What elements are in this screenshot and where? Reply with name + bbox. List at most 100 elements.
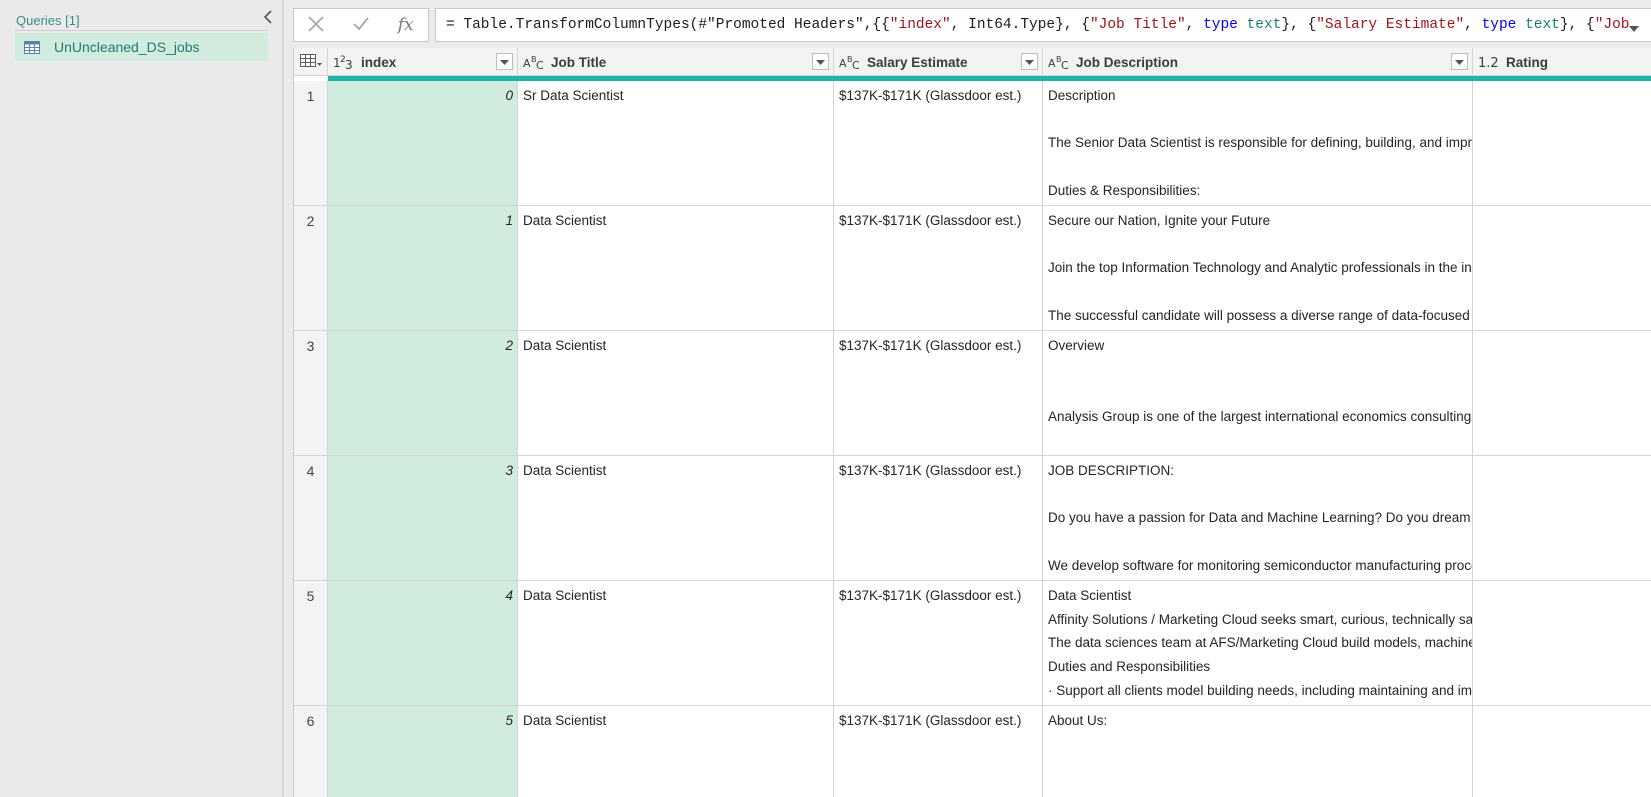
check-icon	[352, 16, 370, 35]
cell-job-description: About Us:	[1043, 706, 1473, 797]
formula-token: "Job	[1594, 17, 1630, 33]
svg-text:A: A	[1048, 57, 1056, 70]
column-filter-button[interactable]	[1451, 53, 1468, 70]
column-header-row: 1 2 3 index A B C Job Title A B C Salary…	[294, 48, 1651, 76]
job-description-line: The successful candidate will possess a …	[1048, 307, 1473, 323]
query-item-ununcleaned-ds-jobs[interactable]: UnUncleaned_DS_jobs	[15, 33, 268, 61]
svg-text:A: A	[523, 57, 531, 70]
text-type-icon[interactable]: A B C	[523, 54, 545, 70]
cell-job-title: Data Scientist	[518, 581, 834, 705]
cell-job-description: Description The Senior Data Scientist is …	[1043, 81, 1473, 205]
formula-token: }, {	[1281, 17, 1317, 33]
table-row[interactable]: 6 5 Data Scientist $137K-$171K (Glassdoor e…	[294, 706, 1651, 797]
text-type-icon[interactable]: A B C	[839, 54, 861, 70]
cell-job-title: Sr Data Scientist	[518, 81, 834, 205]
pane-splitter[interactable]	[282, 0, 284, 797]
row-number: 2	[294, 206, 328, 330]
job-description-line: Join the top Information Technology and …	[1048, 260, 1473, 276]
formula-token: }, {	[1559, 17, 1595, 33]
row-number: 6	[294, 706, 328, 797]
job-description-line: Analysis Group is one of the largest int…	[1048, 409, 1473, 425]
formula-token: ,	[1185, 17, 1204, 33]
cell-job-description: Secure our Nation, Ignite your Future Joi…	[1043, 206, 1473, 330]
column-header-label: Salary Estimate	[867, 54, 968, 70]
cell-job-title: Data Scientist	[518, 456, 834, 580]
column-filter-button[interactable]	[1021, 53, 1038, 70]
column-filter-button[interactable]	[812, 53, 829, 70]
formula-token: , Int64.Type}, {	[950, 17, 1090, 33]
cell-job-title: Data Scientist	[518, 206, 834, 330]
formula-token: "Job Title"	[1089, 17, 1186, 33]
formula-token: text	[1246, 17, 1282, 33]
svg-text:C: C	[536, 59, 544, 70]
formula-bar-buttons: fx	[293, 8, 429, 42]
whole-number-type-icon[interactable]: 1 2 3	[333, 54, 355, 70]
decimal-number-type-icon[interactable]: 1.2	[1478, 54, 1500, 70]
expand-formula-button[interactable]	[1629, 21, 1639, 32]
formula-token: "Promoted Headers"	[707, 17, 864, 33]
svg-text:C: C	[1061, 59, 1069, 70]
cancel-formula-button[interactable]	[294, 9, 339, 41]
cell-index: 3	[328, 456, 518, 580]
row-number: 4	[294, 456, 328, 580]
column-header-job-description[interactable]: A B C Job Description	[1043, 48, 1473, 76]
job-description-line: We develop software for monitoring semic…	[1048, 557, 1473, 573]
row-number: 5	[294, 581, 328, 705]
queries-pane-title: Queries [1]	[16, 13, 80, 28]
column-header-salary-estimate[interactable]: A B C Salary Estimate	[834, 48, 1043, 76]
job-description-line: About Us:	[1048, 713, 1108, 728]
cell-rating	[1473, 81, 1651, 205]
job-description-line: Description	[1048, 88, 1116, 103]
job-description-line: · Support all clients model building nee…	[1048, 682, 1473, 698]
cell-index: 5	[328, 706, 518, 797]
column-header-label: Rating	[1506, 54, 1548, 70]
row-number: 1	[294, 81, 328, 205]
table-row[interactable]: 2 1 Data Scientist $137K-$171K (Glassdoor e…	[294, 206, 1651, 331]
commit-formula-button[interactable]	[339, 9, 384, 41]
close-icon	[307, 15, 325, 36]
job-description-line: JOB DESCRIPTION:	[1048, 463, 1175, 478]
table-row[interactable]: 4 3 Data Scientist $137K-$171K (Glassdoor e…	[294, 456, 1651, 581]
job-description-line: Affinity Solutions / Marketing Cloud see…	[1048, 611, 1473, 627]
cell-salary-estimate: $137K-$171K (Glassdoor est.)	[834, 331, 1043, 455]
queries-divider	[15, 30, 268, 31]
job-description-line: Duties & Responsibilities:	[1048, 182, 1201, 198]
job-description-line: Overview	[1048, 338, 1105, 353]
text-type-icon[interactable]: A B C	[1048, 54, 1070, 70]
formula-token: "index"	[889, 17, 951, 33]
cell-salary-estimate: $137K-$171K (Glassdoor est.)	[834, 206, 1043, 330]
collapse-queries-pane-button[interactable]	[260, 9, 276, 27]
column-filter-button[interactable]	[496, 53, 513, 70]
job-description-line: The Senior Data Scientist is responsible…	[1048, 135, 1473, 151]
formula-token	[1516, 17, 1525, 33]
formula-input[interactable]: = Table.TransformColumnTypes(#"Promoted …	[435, 8, 1651, 42]
cell-index: 1	[328, 206, 518, 330]
insert-function-button[interactable]: fx	[383, 9, 428, 41]
chevron-down-icon	[1025, 54, 1034, 69]
queries-pane: Queries [1] UnUncleaned_DS_jobs	[0, 0, 284, 797]
formula-token: "Salary Estimate"	[1316, 17, 1465, 33]
table-menu-button[interactable]	[294, 48, 328, 76]
formula-bar: fx = Table.TransformColumnTypes(#"Promot…	[293, 8, 1651, 42]
cell-rating	[1473, 581, 1651, 705]
formula-token: text	[1525, 17, 1560, 33]
chevron-down-icon	[1629, 21, 1639, 36]
column-header-job-title[interactable]: A B C Job Title	[518, 48, 834, 76]
table-row[interactable]: 5 4 Data Scientist $137K-$171K (Glassdoor e…	[294, 581, 1651, 706]
formula-token: ,{{	[863, 17, 890, 33]
table-row[interactable]: 1 0 Sr Data Scientist $137K-$171K (Glassdoo…	[294, 81, 1651, 206]
column-header-index[interactable]: 1 2 3 index	[328, 48, 518, 76]
table-row[interactable]: 3 2 Data Scientist $137K-$171K (Glassdoor e…	[294, 331, 1651, 456]
cell-salary-estimate: $137K-$171K (Glassdoor est.)	[834, 81, 1043, 205]
cell-job-title: Data Scientist	[518, 706, 834, 797]
column-header-label: Job Description	[1076, 54, 1179, 70]
cell-rating	[1473, 456, 1651, 580]
table-icon	[24, 40, 42, 54]
column-header-rating[interactable]: 1.2 Rating	[1473, 48, 1651, 76]
cell-salary-estimate: $137K-$171K (Glassdoor est.)	[834, 581, 1043, 705]
data-preview-grid: 1 2 3 index A B C Job Title A B C Salary…	[293, 48, 1651, 797]
cell-job-title: Data Scientist	[518, 331, 834, 455]
cell-job-description: JOB DESCRIPTION: Do you have a passion fo…	[1043, 456, 1473, 580]
cell-rating	[1473, 206, 1651, 330]
formula-token: = Table.TransformColumnTypes(#	[446, 17, 708, 33]
